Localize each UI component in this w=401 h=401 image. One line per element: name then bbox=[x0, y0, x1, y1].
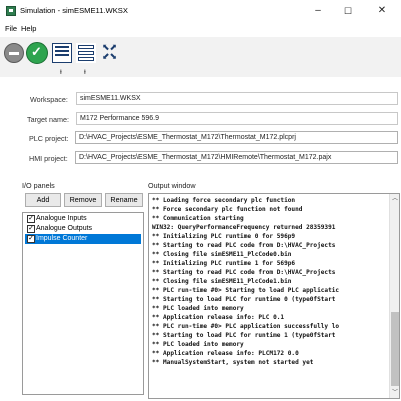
add-button[interactable]: Add bbox=[25, 193, 61, 207]
list-item[interactable]: ✓ Impulse Counter bbox=[25, 234, 141, 244]
app-icon bbox=[6, 6, 16, 16]
expand-icon[interactable]: ⬉⬈ ⬋⬊ bbox=[102, 43, 122, 63]
io-panel-list[interactable]: ✓ Analogue Inputs ✓ Analogue Outputs ✓ I… bbox=[22, 212, 144, 395]
io-item-label: Analogue Outputs bbox=[36, 225, 93, 232]
output-window[interactable]: ** Loading force secondary plc function … bbox=[148, 193, 400, 399]
window-title: Simulation - simESME11.WKSX bbox=[20, 6, 128, 15]
output-line: ** PLC loaded into memory bbox=[152, 305, 244, 312]
output-line: ** Starting to read PLC code from D:\HVA… bbox=[152, 269, 336, 276]
output-line: ** Closing file simESME11_PlcCode1.bin bbox=[152, 278, 292, 285]
output-line: ** Starting to read PLC code from D:\HVA… bbox=[152, 242, 336, 249]
io-item-label: Analogue Inputs bbox=[36, 215, 87, 222]
stack-panels-icon[interactable] bbox=[76, 43, 96, 63]
output-line: ** Loading force secondary plc function bbox=[152, 197, 296, 204]
output-scrollbar[interactable]: ︿ ﹀ bbox=[389, 194, 399, 398]
scroll-thumb[interactable] bbox=[391, 312, 399, 386]
remove-button[interactable]: Remove bbox=[64, 193, 102, 207]
close-button[interactable]: ✕ bbox=[370, 3, 394, 19]
scroll-down-icon[interactable]: ﹀ bbox=[390, 388, 399, 398]
list-item[interactable]: ✓ Analogue Inputs bbox=[25, 214, 141, 224]
io-panel-icon[interactable] bbox=[52, 43, 72, 63]
io-item-label: Impulse Counter bbox=[36, 235, 88, 242]
plc-project-field[interactable]: D:\HVAC_Projects\ESME_Thermostat_M172\Th… bbox=[75, 131, 398, 144]
output-line: ** PLC run-time #0> PLC application succ… bbox=[152, 323, 340, 330]
hmi-project-field[interactable]: D:\HVAC_Projects\ESME_Thermostat_M172\HM… bbox=[75, 151, 398, 164]
maximize-button[interactable]: ☐ bbox=[336, 3, 360, 19]
minimize-button[interactable]: – bbox=[306, 3, 330, 19]
pin-icon: ᵻ bbox=[60, 67, 62, 76]
output-window-label: Output window bbox=[148, 181, 196, 190]
menu-file[interactable]: File bbox=[5, 24, 17, 33]
output-line: ** Initializing PLC runtime 0 for 596p9 bbox=[152, 233, 296, 240]
menu-bar: File Help bbox=[0, 23, 401, 35]
output-line: ** Application release info: PLC 0.1 bbox=[152, 314, 285, 321]
list-item[interactable]: ✓ Analogue Outputs bbox=[25, 224, 141, 234]
output-line: ** PLC run-time #0> Starting to load PLC… bbox=[152, 287, 340, 294]
checkbox[interactable]: ✓ bbox=[27, 215, 35, 223]
output-line: ** Starting to load PLC for runtime 0 (t… bbox=[152, 296, 336, 303]
output-line: ** Closing file simESME11_PlcCode0.bin bbox=[152, 251, 292, 258]
output-line: ** Initializing PLC runtime 1 for 569p6 bbox=[152, 260, 296, 267]
target-label: Target name: bbox=[27, 115, 69, 124]
hmi-project-label: HMI project: bbox=[29, 154, 68, 163]
workspace-label: Workspace: bbox=[30, 95, 68, 104]
output-line: ** ManualSystemStart, system not started… bbox=[152, 359, 314, 366]
output-line: ** Force secondary plc function not foun… bbox=[152, 206, 303, 213]
run-icon[interactable] bbox=[26, 42, 48, 64]
menu-help[interactable]: Help bbox=[21, 24, 36, 33]
rename-button[interactable]: Rename bbox=[105, 193, 143, 207]
output-line: ** Communication starting bbox=[152, 215, 244, 222]
output-line: ** PLC loaded into memory bbox=[152, 341, 244, 348]
output-line: WIN32: QueryPerformanceFrequency returne… bbox=[152, 224, 336, 231]
target-field: M172 Performance 596.9 bbox=[76, 112, 398, 125]
toolbar: ⬉⬈⬋⬊ ᵻ ᵻ bbox=[0, 37, 401, 77]
pin-icon: ᵻ bbox=[84, 67, 86, 76]
output-line: ** Starting to load PLC for runtime 1 (t… bbox=[152, 332, 336, 339]
plc-project-label: PLC project: bbox=[29, 134, 69, 143]
output-line: ** Application release info: PLCM172 0.0 bbox=[152, 350, 299, 357]
stop-icon[interactable] bbox=[4, 43, 24, 63]
title-bar: Simulation - simESME11.WKSX – ☐ ✕ bbox=[0, 0, 401, 22]
workspace-field: simESME11.WKSX bbox=[76, 92, 398, 105]
scroll-up-icon[interactable]: ︿ bbox=[390, 194, 399, 204]
checkbox[interactable]: ✓ bbox=[27, 225, 35, 233]
checkbox[interactable]: ✓ bbox=[27, 235, 35, 243]
io-panels-label: I/O panels bbox=[22, 181, 55, 190]
